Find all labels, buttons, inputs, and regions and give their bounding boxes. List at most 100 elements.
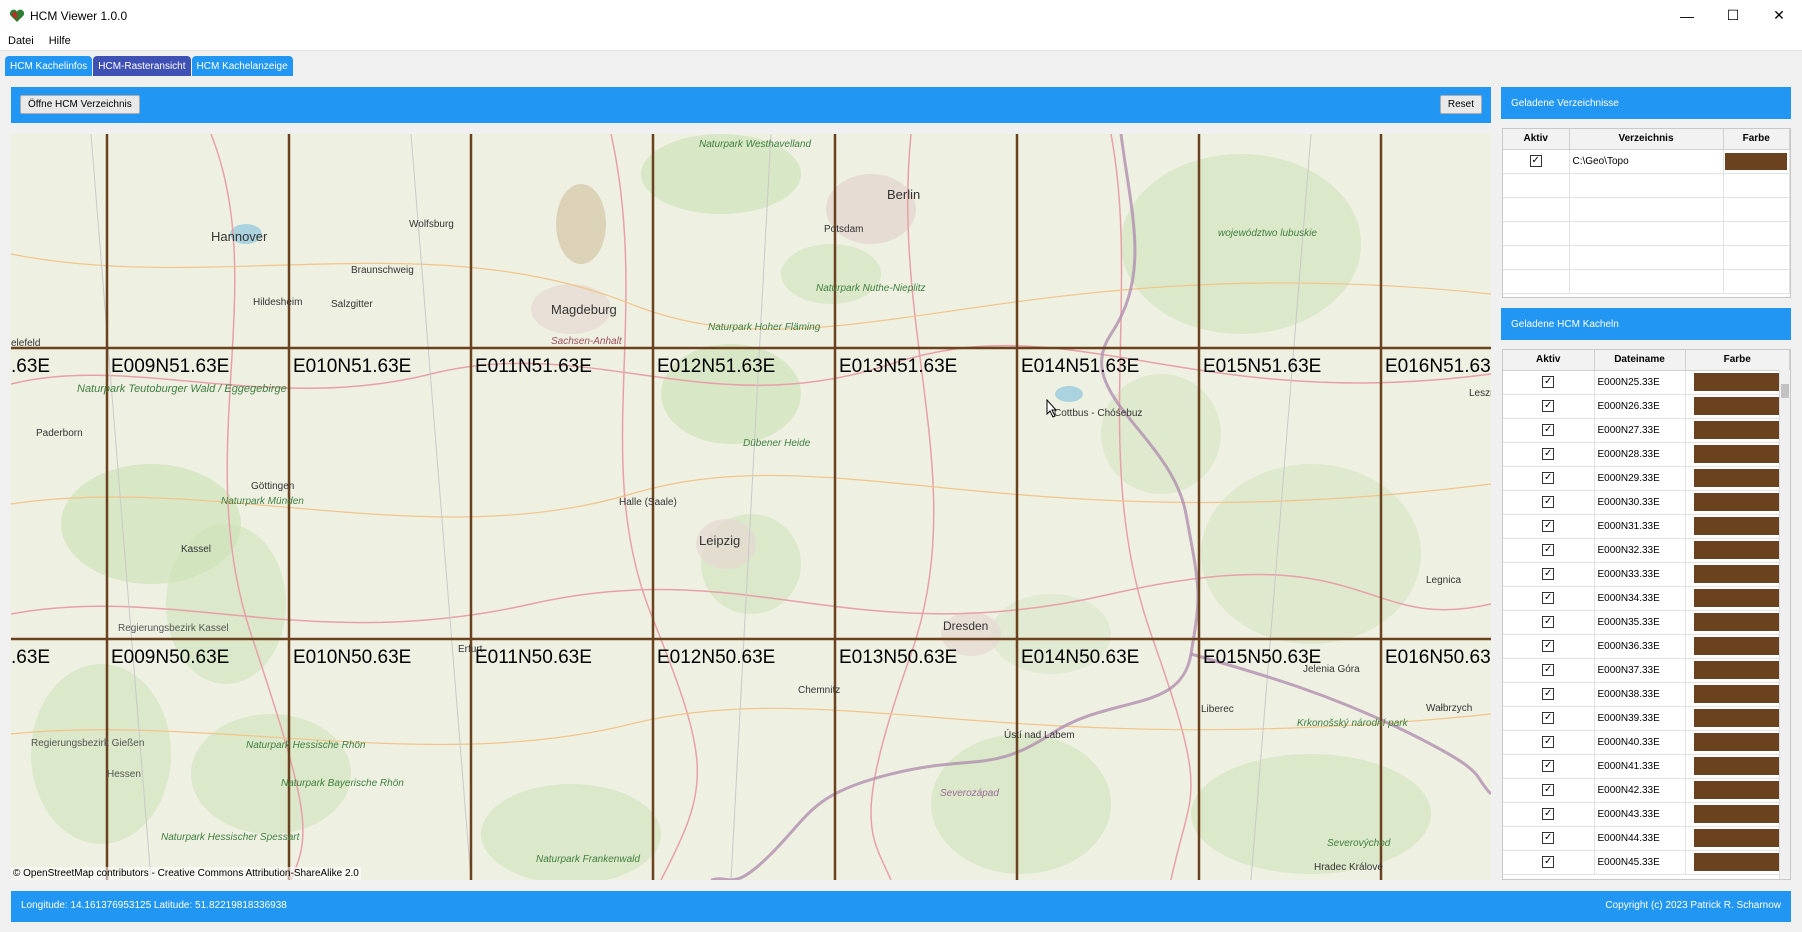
table-row[interactable]: ✓ E000N45.33E: [1503, 850, 1790, 875]
active-checkbox[interactable]: ✓: [1542, 736, 1555, 748]
table-row[interactable]: ✓ E000N39.33E: [1503, 706, 1790, 731]
color-swatch[interactable]: [1694, 445, 1781, 463]
active-checkbox[interactable]: ✓: [1542, 856, 1555, 868]
table-row[interactable]: ✓ E000N44.33E: [1503, 826, 1790, 851]
color-swatch[interactable]: [1694, 781, 1781, 799]
status-bar: Longitude: 14.161376953125 Latitude: 51.…: [11, 891, 1791, 922]
open-directory-button[interactable]: Öffne HCM Verzeichnis: [20, 95, 140, 114]
color-swatch[interactable]: [1694, 421, 1781, 439]
color-swatch[interactable]: [1694, 373, 1781, 391]
color-swatch[interactable]: [1694, 637, 1781, 655]
minimize-button[interactable]: —: [1664, 0, 1710, 31]
color-swatch[interactable]: [1694, 661, 1781, 679]
place-label: Halle (Saale): [619, 497, 677, 508]
tab-rasteransicht[interactable]: HCM-Rasteransicht: [93, 56, 191, 76]
filename-cell: E000N40.33E: [1594, 730, 1686, 755]
place-label: Wolfsburg: [409, 219, 454, 230]
table-row[interactable]: ✓ E000N42.33E: [1503, 778, 1790, 803]
color-swatch[interactable]: [1694, 685, 1781, 703]
color-swatch[interactable]: [1694, 805, 1781, 823]
color-swatch[interactable]: [1725, 152, 1788, 170]
active-checkbox[interactable]: ✓: [1542, 400, 1555, 412]
maximize-button[interactable]: ☐: [1710, 0, 1756, 31]
active-checkbox[interactable]: ✓: [1542, 376, 1555, 388]
place-label: Hessen: [107, 769, 141, 780]
table-row[interactable]: ✓ E000N26.33E: [1503, 394, 1790, 419]
color-swatch[interactable]: [1694, 829, 1781, 847]
color-swatch[interactable]: [1694, 757, 1781, 775]
column-header-aktiv[interactable]: Aktiv: [1503, 129, 1570, 150]
table-row[interactable]: ✓ E000N30.33E: [1503, 490, 1790, 515]
table-row[interactable]: ✓ E000N41.33E: [1503, 754, 1790, 779]
active-checkbox[interactable]: ✓: [1542, 784, 1555, 796]
column-header-aktiv[interactable]: Aktiv: [1503, 350, 1595, 371]
color-swatch[interactable]: [1694, 397, 1781, 415]
vertical-scrollbar[interactable]: [1779, 370, 1790, 879]
table-row[interactable]: ✓ E000N40.33E: [1503, 730, 1790, 755]
table-row[interactable]: ✓ E000N29.33E: [1503, 466, 1790, 491]
map-canvas[interactable]: Hannover Wolfsburg Berlin Potsdam Magdeb…: [11, 134, 1491, 880]
column-header-farbe[interactable]: Farbe: [1723, 129, 1790, 150]
color-swatch[interactable]: [1694, 493, 1781, 511]
tile-label: E014N51.63E: [1021, 356, 1139, 377]
color-swatch[interactable]: [1694, 709, 1781, 727]
color-swatch[interactable]: [1694, 517, 1781, 535]
table-row[interactable]: ✓ E000N35.33E: [1503, 610, 1790, 635]
column-header-verzeichnis[interactable]: Verzeichnis: [1569, 129, 1724, 150]
close-button[interactable]: ✕: [1756, 0, 1802, 31]
color-swatch[interactable]: [1694, 469, 1781, 487]
active-checkbox[interactable]: ✓: [1542, 760, 1555, 772]
filename-cell: E000N32.33E: [1594, 538, 1686, 563]
directories-grid[interactable]: Aktiv Verzeichnis Farbe ✓ C:\Geo\Topo: [1502, 128, 1791, 298]
column-header-farbe[interactable]: Farbe: [1685, 350, 1790, 371]
tiles-grid[interactable]: Aktiv Dateiname Farbe ✓ E000N25.33E ✓ E000N…: [1502, 349, 1791, 880]
active-checkbox[interactable]: ✓: [1542, 616, 1555, 628]
scrollbar-thumb[interactable]: [1781, 384, 1789, 398]
filename-cell: E000N25.33E: [1594, 370, 1686, 395]
active-checkbox[interactable]: ✓: [1542, 496, 1555, 508]
table-row[interactable]: ✓ E000N28.33E: [1503, 442, 1790, 467]
reset-button[interactable]: Reset: [1439, 95, 1482, 114]
active-checkbox[interactable]: ✓: [1542, 520, 1555, 532]
active-checkbox[interactable]: ✓: [1529, 155, 1542, 167]
table-row[interactable]: ✓ E000N38.33E: [1503, 682, 1790, 707]
table-row[interactable]: ✓ E000N33.33E: [1503, 562, 1790, 587]
map-view[interactable]: Hannover Wolfsburg Berlin Potsdam Magdeb…: [11, 134, 1491, 880]
color-swatch[interactable]: [1694, 733, 1781, 751]
active-checkbox[interactable]: ✓: [1542, 832, 1555, 844]
active-checkbox[interactable]: ✓: [1542, 640, 1555, 652]
active-checkbox[interactable]: ✓: [1542, 664, 1555, 676]
active-checkbox[interactable]: ✓: [1542, 712, 1555, 724]
active-checkbox[interactable]: ✓: [1542, 688, 1555, 700]
active-checkbox[interactable]: ✓: [1542, 544, 1555, 556]
menu-hilfe[interactable]: Hilfe: [42, 35, 78, 47]
place-label: Legnica: [1426, 575, 1461, 586]
tab-kachelanzeige[interactable]: HCM Kachelanzeige: [191, 56, 293, 76]
color-swatch[interactable]: [1694, 613, 1781, 631]
color-swatch[interactable]: [1694, 565, 1781, 583]
color-swatch[interactable]: [1694, 541, 1781, 559]
table-row[interactable]: ✓ E000N27.33E: [1503, 418, 1790, 443]
color-swatch[interactable]: [1694, 853, 1781, 871]
table-row[interactable]: ✓ E000N32.33E: [1503, 538, 1790, 563]
color-swatch[interactable]: [1694, 589, 1781, 607]
table-row[interactable]: ✓ E000N36.33E: [1503, 634, 1790, 659]
active-checkbox[interactable]: ✓: [1542, 448, 1555, 460]
maximize-icon: ☐: [1726, 7, 1740, 23]
table-row[interactable]: ✓ E000N31.33E: [1503, 514, 1790, 539]
column-header-dateiname[interactable]: Dateiname: [1594, 350, 1686, 371]
tab-strip: HCM Kachelinfos HCM-Rasteransicht HCM Ka…: [5, 56, 293, 76]
table-row[interactable]: ✓ C:\Geo\Topo: [1503, 149, 1790, 174]
tab-kachelinfos[interactable]: HCM Kachelinfos: [5, 56, 93, 76]
menu-datei[interactable]: Datei: [1, 35, 41, 47]
table-row[interactable]: ✓ E000N37.33E: [1503, 658, 1790, 683]
table-row[interactable]: ✓ E000N43.33E: [1503, 802, 1790, 827]
table-row[interactable]: ✓ E000N25.33E: [1503, 370, 1790, 395]
tile-label: .63E: [11, 647, 50, 668]
active-checkbox[interactable]: ✓: [1542, 424, 1555, 436]
active-checkbox[interactable]: ✓: [1542, 808, 1555, 820]
active-checkbox[interactable]: ✓: [1542, 592, 1555, 604]
active-checkbox[interactable]: ✓: [1542, 472, 1555, 484]
active-checkbox[interactable]: ✓: [1542, 568, 1555, 580]
table-row[interactable]: ✓ E000N34.33E: [1503, 586, 1790, 611]
